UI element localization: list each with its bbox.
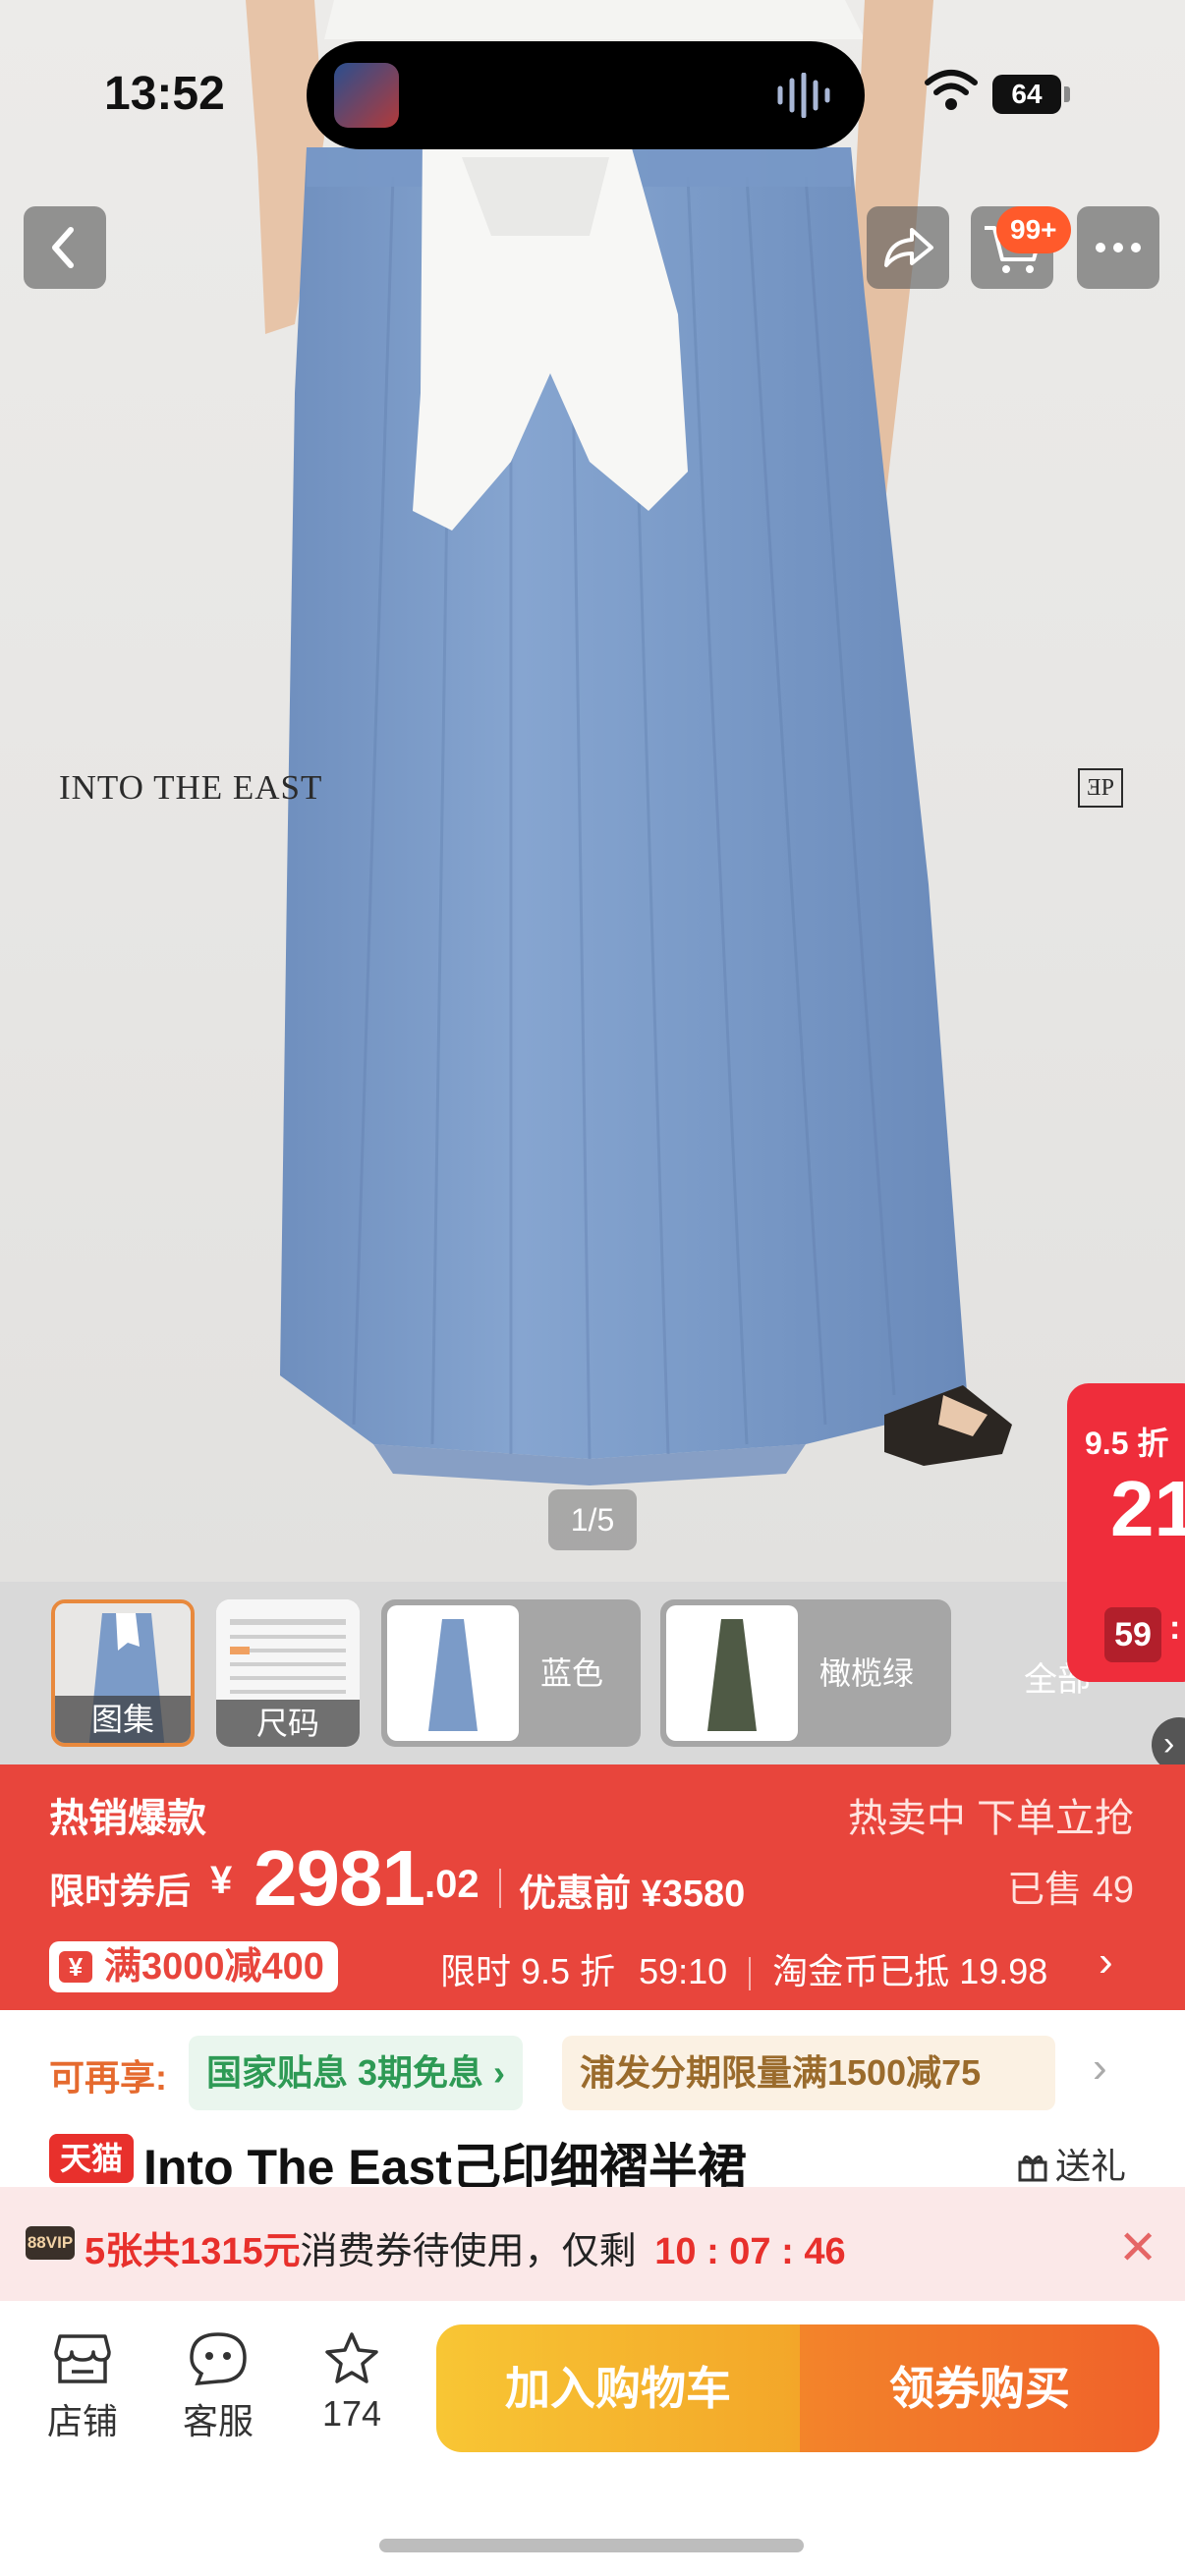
brand-watermark-left: INTO THE EAST [59, 768, 323, 807]
tmall-badge: 天猫 [49, 2134, 134, 2183]
limited-divider [749, 1957, 752, 1991]
status-time: 13:52 [104, 68, 225, 120]
float-countdown-seconds: 59 [1104, 1607, 1161, 1662]
hot-sale-label: 热销爆款 [49, 1797, 206, 1840]
home-indicator[interactable] [379, 2539, 804, 2552]
bottom-action-bar: 店铺 客服 174 加入购物车 领券购买 [0, 2301, 1185, 2576]
sold-count: 已售 49 [1007, 1870, 1134, 1911]
limited-offer-row: 限时 9.5 折 59:10 淘金币已抵 19.98 [440, 1943, 1047, 1994]
price-decimal: .02 [424, 1863, 480, 1906]
star-icon [325, 2332, 378, 2383]
limited-countdown: 59:10 [639, 1951, 728, 1991]
sku-thumbnail-strip: 图集 尺码 蓝色 橄榄绿 [0, 1582, 1185, 1764]
thumb-color-blue[interactable]: 蓝色 [381, 1599, 641, 1747]
close-icon[interactable]: ✕ [1118, 2220, 1157, 2275]
more-button[interactable] [1077, 206, 1159, 289]
thumb-size-chart[interactable]: 尺码 [216, 1599, 360, 1747]
share-button[interactable] [867, 206, 949, 289]
blue-skirt-thumb-image [387, 1605, 519, 1741]
product-title-row: 天猫 Into The East己印细褶半裙 送礼 [0, 2130, 1185, 2195]
now-playing-artwork [334, 63, 399, 128]
after-coupon-label: 限时券后 [49, 1871, 192, 1911]
vip-coupon-text: 5张共1315元消费券待使用，仅剩 10 : 07 : 46 [85, 2231, 846, 2272]
service-icon [190, 2332, 247, 2386]
thumb-size-label: 尺码 [216, 1700, 360, 1747]
coupon-text: 满3000减400 [104, 1946, 324, 1988]
extra-benefits-row[interactable]: 可再享: 国家贴息 3期免息 › 浦发分期限量满1500减75 › [0, 2010, 1185, 2138]
thumb-color-olive-label: 橄榄绿 [819, 1655, 915, 1691]
chevron-right-icon[interactable]: › [1093, 2044, 1107, 2093]
vip-coupon-bar[interactable]: 88VIP 5张共1315元消费券待使用，仅剩 10 : 07 : 46 ✕ [0, 2187, 1185, 2301]
vip-badge: 88VIP [26, 2226, 75, 2260]
gift-icon [1018, 2156, 1047, 2182]
coupon-yen-icon: ¥ [59, 1951, 92, 1983]
share-icon [884, 228, 933, 267]
favorite-count: 174 [321, 2393, 382, 2434]
wifi-icon [925, 70, 978, 110]
installment-interest-chip[interactable]: 国家贴息 3期免息 › [189, 2036, 524, 2110]
thumb-color-olive[interactable]: 橄榄绿 [660, 1599, 951, 1747]
more-dots-icon [1096, 243, 1141, 252]
float-countdown-colon: : [1169, 1609, 1181, 1647]
bank-installment-chip[interactable]: 浦发分期限量满1500减75 [562, 2036, 1055, 2110]
float-discount-text: 9.5 折 [1085, 1426, 1169, 1461]
image-page-indicator: 1/5 [548, 1489, 637, 1550]
dynamic-island[interactable] [307, 41, 865, 149]
price-integer: 2981 [254, 1834, 425, 1922]
brand-logo-mark: ƎP [1078, 768, 1123, 808]
battery-nub [1064, 86, 1070, 102]
thumb-gallery[interactable]: 图集 [51, 1599, 195, 1747]
thumb-color-blue-label: 蓝色 [540, 1655, 604, 1691]
store-button[interactable]: 店铺 [33, 2330, 132, 2444]
thumb-gallery-label: 图集 [55, 1696, 191, 1743]
price-divider [499, 1869, 501, 1908]
store-label: 店铺 [46, 2401, 118, 2441]
original-price: 优惠前 ¥3580 [519, 1874, 746, 1915]
back-button[interactable] [24, 206, 106, 289]
gift-button[interactable]: 送礼 [1016, 2138, 1126, 2189]
price-banner[interactable]: 热销爆款 热卖中 下单立抢 限时券后 ¥ 2981 .02 优惠前 ¥3580 … [0, 1764, 1185, 2010]
coin-deduct-text: 淘金币已抵 19.98 [772, 1951, 1048, 1991]
olive-skirt-thumb-image [666, 1605, 798, 1741]
add-to-cart-button[interactable]: 加入购物车 [436, 2324, 800, 2452]
audio-wave-icon [777, 73, 830, 118]
limited-discount: 限时 9.5 折 [440, 1951, 616, 1991]
buy-with-coupon-button[interactable]: 领券购买 [800, 2324, 1159, 2452]
currency-symbol: ¥ [210, 1859, 233, 1902]
coupon-tag[interactable]: ¥ 满3000减400 [49, 1941, 338, 1992]
favorite-button[interactable]: 174 [303, 2330, 401, 2435]
cart-count-badge: 99+ [996, 206, 1071, 253]
battery-indicator: 64 [992, 75, 1061, 114]
chevron-right-icon[interactable]: › [1099, 1937, 1113, 1987]
service-label: 客服 [182, 2401, 254, 2441]
floating-discount-widget[interactable]: 9.5 折 21 59 : [1067, 1383, 1185, 1682]
chevron-left-icon [52, 227, 74, 268]
selling-status: 热卖中 下单立抢 [847, 1797, 1134, 1840]
benefits-label: 可再享: [49, 2057, 167, 2098]
store-icon [54, 2334, 111, 2383]
float-countdown-main: 21 [1110, 1465, 1185, 1552]
product-title: Into The East己印细褶半裙 [143, 2140, 747, 2195]
customer-service-button[interactable]: 客服 [169, 2330, 267, 2444]
